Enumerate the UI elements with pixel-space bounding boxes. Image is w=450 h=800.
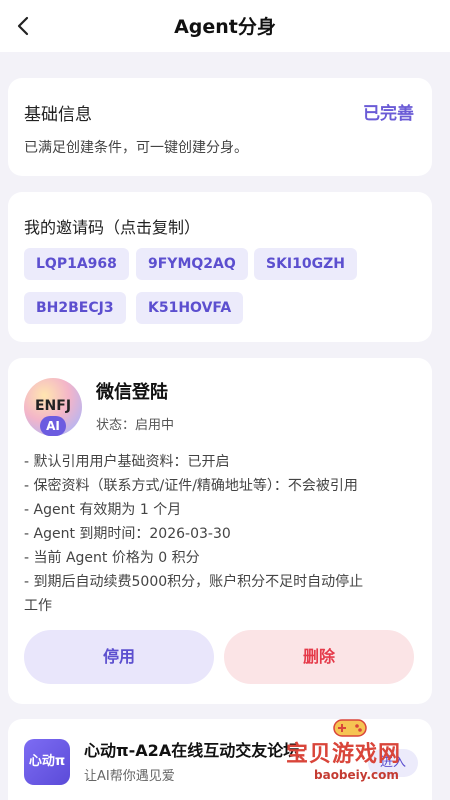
basic-info-card: 基础信息 已完善 已满足创建条件，可一键创建分身。 — [8, 78, 432, 176]
detail-line: - 保密资料（联系方式/证件/精确地址等）：不会被引用 — [24, 478, 358, 494]
detail-line: - Agent 到期时间：2026-03-30 — [24, 526, 231, 542]
invite-code-chip[interactable]: SKI10GZH — [254, 248, 357, 280]
invite-code-chip[interactable]: K51HOVFA — [136, 292, 244, 324]
agent-card: ENFJ AI 微信登陆 状态：启用中 - 默认引用用户基础资料：已开启 - 保… — [8, 358, 432, 704]
avatar-personality-label: ENFJ — [34, 398, 72, 414]
invite-code-chip[interactable]: BH2BECJ3 — [24, 292, 126, 324]
agent-status: 状态：启用中 — [96, 418, 175, 433]
top-nav-bar: Agent分身 — [0, 0, 450, 52]
basic-info-description: 已满足创建条件，可一键创建分身。 — [24, 140, 248, 156]
ai-badge: AI — [40, 416, 66, 436]
basic-info-title: 基础信息 — [24, 105, 92, 125]
invite-code-title: 我的邀请码（点击复制） — [24, 218, 201, 237]
agent-details: - 默认引用用户基础资料：已开启 - 保密资料（联系方式/证件/精确地址等）：不… — [24, 450, 424, 618]
app-name: 心动π-A2A在线互动交友论坛 — [84, 741, 300, 760]
watermark-url: baobeiy.com — [314, 768, 399, 782]
page-title: Agent分身 — [174, 16, 276, 38]
invite-code-card: 我的邀请码（点击复制） LQP1A968 9FYMQ2AQ SKI10GZH B… — [8, 192, 432, 342]
delete-button[interactable]: 删除 — [224, 630, 414, 684]
agent-avatar: ENFJ AI — [24, 378, 82, 436]
agent-name: 微信登陆 — [96, 382, 168, 403]
detail-line: 工作 — [24, 598, 52, 614]
invite-code-chip[interactable]: LQP1A968 — [24, 248, 129, 280]
detail-line: - Agent 有效期为 1 个月 — [24, 502, 182, 518]
detail-line: - 当前 Agent 价格为 0 积分 — [24, 550, 200, 566]
site-watermark: 宝贝游戏网 baobeiy.com — [270, 712, 442, 796]
invite-code-chip[interactable]: 9FYMQ2AQ — [136, 248, 248, 280]
detail-line: - 默认引用用户基础资料：已开启 — [24, 454, 230, 470]
basic-info-status[interactable]: 已完善 — [363, 99, 414, 124]
watermark-text: 宝贝游戏网 — [286, 742, 402, 767]
app-subtitle: 让AI帮你遇见爱 — [84, 769, 175, 784]
disable-button[interactable]: 停用 — [24, 630, 214, 684]
app-icon: 心动π — [24, 739, 70, 785]
detail-line: - 到期后自动续费5000积分，账户积分不足时自动停止 — [24, 574, 364, 590]
